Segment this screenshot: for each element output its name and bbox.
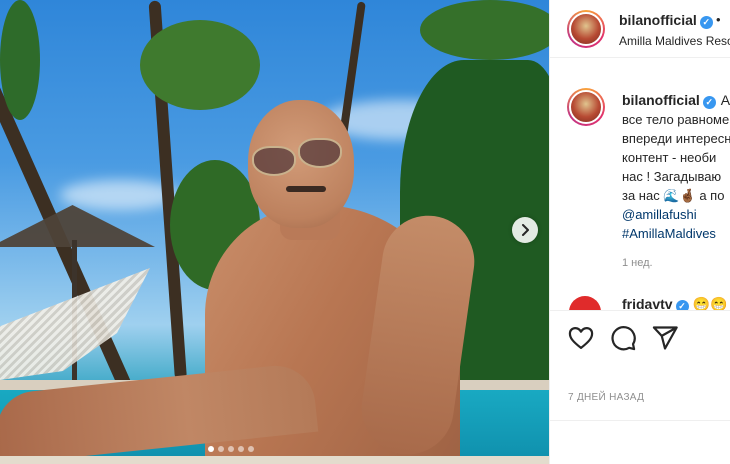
comments-list: bilanofficial✓Ai все тело равномер впере… [550, 58, 730, 310]
sunglasses-lens [252, 146, 296, 176]
caption-author-link[interactable]: bilanofficial✓ Ai [622, 91, 730, 110]
foliage [420, 0, 549, 60]
post-date[interactable]: 7 ДНЕЙ НАЗАД [568, 392, 644, 403]
verified-badge-icon: ✓ [699, 16, 713, 29]
paper-plane-icon [652, 326, 678, 350]
caption-text-line: Ai [720, 92, 730, 108]
commenter-username: fridavtv [622, 296, 673, 310]
share-button[interactable] [651, 324, 679, 352]
beach-umbrella [0, 205, 155, 247]
caption-text-fragment: за нас [622, 188, 660, 203]
post-actions-bar [550, 310, 730, 364]
caption-text-line: контент - необи [622, 150, 717, 165]
heart-icon [568, 326, 594, 350]
hashtag-link[interactable]: #AmillaMaldives [622, 224, 716, 243]
header-separator: • [716, 12, 721, 27]
caption-timestamp[interactable]: 1 нед. [622, 257, 653, 269]
comment-button[interactable] [609, 324, 637, 352]
comment-text: 😁😁 [692, 296, 728, 310]
verified-badge-icon: ✓ [675, 300, 689, 310]
add-comment-bar [550, 420, 730, 464]
caption-text-line: за нас 🌊🤞🏾 а по [622, 186, 724, 205]
sunglasses-lens [298, 138, 342, 168]
caption-text-line: все тело равномер [622, 112, 730, 127]
post-header: bilanofficial ✓ • Amilla Maldives Resort [550, 0, 730, 58]
carousel-dot [228, 446, 234, 452]
carousel-next-button[interactable] [512, 217, 538, 243]
pool-ledge [0, 456, 549, 464]
author-avatar[interactable] [567, 10, 605, 48]
author-username: bilanofficial [619, 12, 697, 28]
caption-text-fragment: а по [699, 188, 725, 203]
author-username-link[interactable]: bilanofficial ✓ [619, 12, 713, 29]
like-button[interactable] [567, 324, 595, 352]
carousel-dot [238, 446, 244, 452]
post-side-panel: bilanofficial ✓ • Amilla Maldives Resort … [549, 0, 730, 464]
person-mustache [286, 186, 326, 192]
caption-text-line: впереди интересн [622, 131, 730, 146]
foliage [140, 20, 260, 110]
author-avatar-image [569, 12, 603, 46]
caption-author-avatar-image [569, 90, 603, 124]
caption-author-avatar[interactable] [567, 88, 605, 126]
comment-icon [611, 326, 636, 351]
carousel-dots [208, 446, 254, 452]
verified-badge-icon: ✓ [702, 96, 716, 109]
location-link[interactable]: Amilla Maldives Resort [619, 34, 730, 48]
foliage [0, 0, 40, 120]
commenter-username-link[interactable]: fridavtv ✓ 😁😁 [622, 296, 727, 310]
caption-text-line: нас ! Загадываю [622, 169, 722, 184]
carousel-dot-active [208, 446, 214, 452]
carousel-dot [218, 446, 224, 452]
caption-author: bilanofficial [622, 92, 700, 108]
chevron-right-icon [522, 224, 529, 236]
post-photo[interactable] [0, 0, 549, 464]
commenter-avatar[interactable] [569, 296, 601, 310]
mention-link[interactable]: @amillafushi [622, 205, 697, 224]
carousel-dot [248, 446, 254, 452]
caption-emoji: 🌊🤞🏾 [663, 188, 696, 203]
